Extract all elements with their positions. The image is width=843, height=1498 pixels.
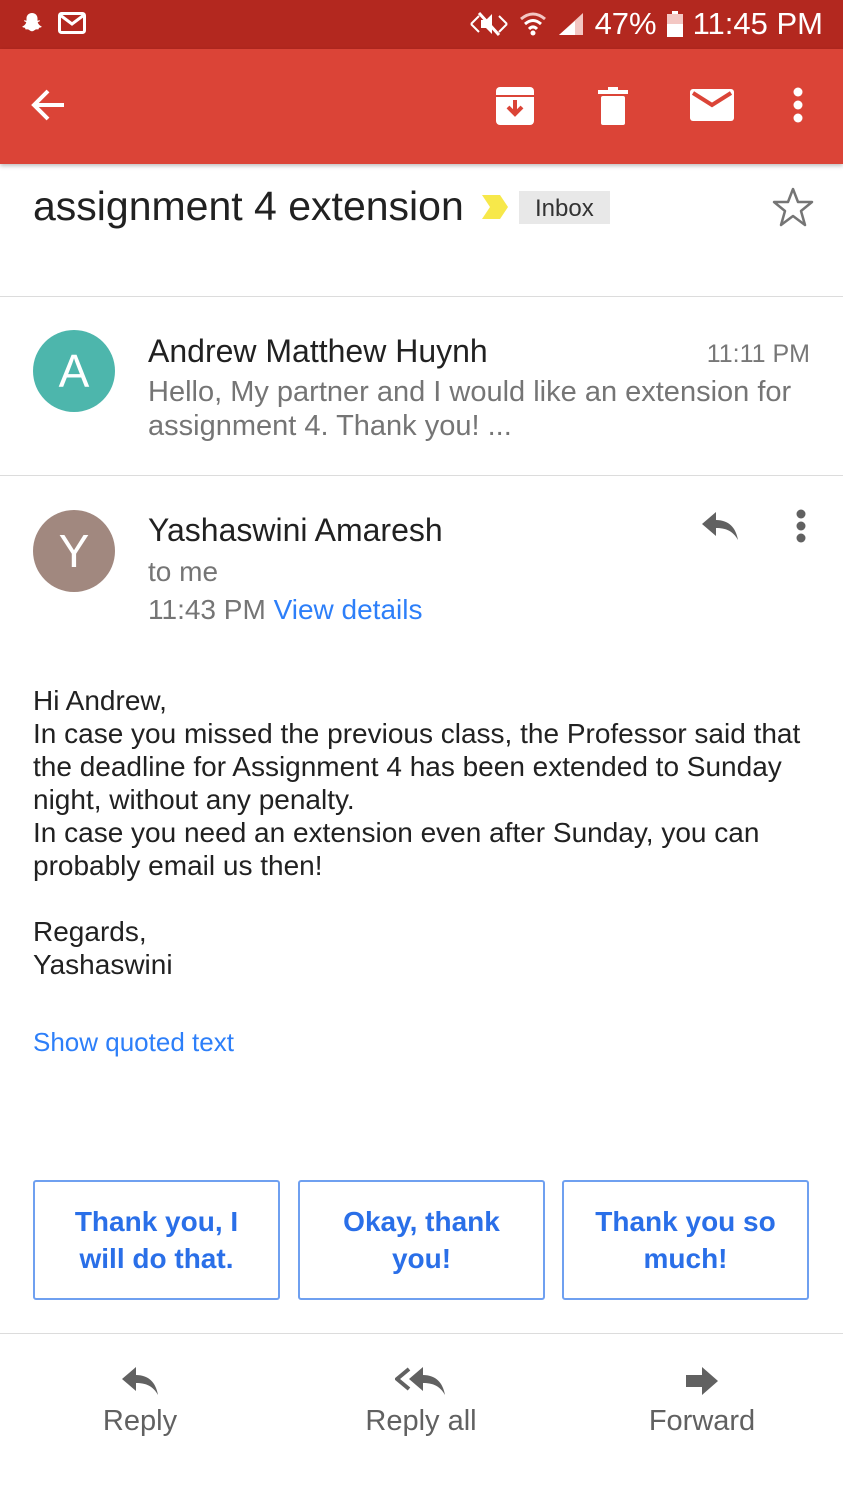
archive-icon[interactable] [496, 87, 534, 130]
forward-label: Forward [648, 1405, 756, 1437]
view-details-link[interactable]: View details [274, 594, 423, 625]
sender-name: Andrew Matthew Huynh [148, 333, 488, 369]
reply-icon[interactable] [700, 510, 740, 547]
message-time-line: 11:43 PM View details [148, 594, 422, 626]
clock: 11:45 PM [692, 6, 823, 41]
sender-name: Yashaswini Amaresh [148, 512, 443, 548]
signal-icon [557, 11, 585, 37]
thread-subject: assignment 4 extension [33, 183, 464, 229]
divider [0, 296, 843, 297]
mute-icon [469, 11, 509, 37]
reply-all-button[interactable]: Reply all [321, 1365, 521, 1438]
recipient-line: to me [148, 556, 219, 587]
avatar[interactable]: A [33, 330, 115, 412]
reply-label: Reply [102, 1405, 178, 1437]
star-icon[interactable] [772, 186, 814, 233]
avatar[interactable]: Y [33, 510, 115, 592]
reply-icon [40, 1365, 240, 1397]
message-body: Hi Andrew, In case you missed the previo… [33, 685, 801, 980]
smart-reply-1[interactable]: Thank you, I will do that. [33, 1180, 280, 1300]
delete-icon[interactable] [598, 87, 628, 130]
more-vert-icon[interactable] [792, 87, 804, 128]
snapchat-icon [20, 11, 44, 35]
app-bar [0, 49, 843, 164]
reply-button[interactable]: Reply [40, 1365, 240, 1438]
status-bar: 47% 11:45 PM [0, 0, 843, 49]
wifi-icon [519, 11, 547, 37]
inbox-label[interactable]: Inbox [519, 191, 610, 224]
mail-notification-icon [58, 12, 86, 34]
battery-text: 47% [594, 6, 657, 41]
back-arrow-icon[interactable] [30, 87, 66, 128]
battery-icon [666, 11, 683, 37]
reply-all-icon [321, 1365, 521, 1397]
divider [0, 1333, 843, 1334]
reply-all-label: Reply all [365, 1405, 477, 1437]
mark-unread-icon[interactable] [690, 89, 734, 126]
message-time: 11:11 PM [706, 340, 810, 368]
smart-reply-2[interactable]: Okay, thank you! [298, 1180, 545, 1300]
divider [0, 475, 843, 476]
message-snippet: Hello, My partner and I would like an ex… [148, 376, 792, 442]
forward-icon [602, 1365, 802, 1397]
message-more-icon[interactable] [795, 509, 807, 548]
smart-reply-3[interactable]: Thank you so much! [562, 1180, 809, 1300]
show-quoted-text-link[interactable]: Show quoted text [33, 1027, 234, 1058]
forward-button[interactable]: Forward [602, 1365, 802, 1438]
importance-marker-icon[interactable] [480, 193, 510, 226]
message-time: 11:43 PM [148, 594, 266, 625]
